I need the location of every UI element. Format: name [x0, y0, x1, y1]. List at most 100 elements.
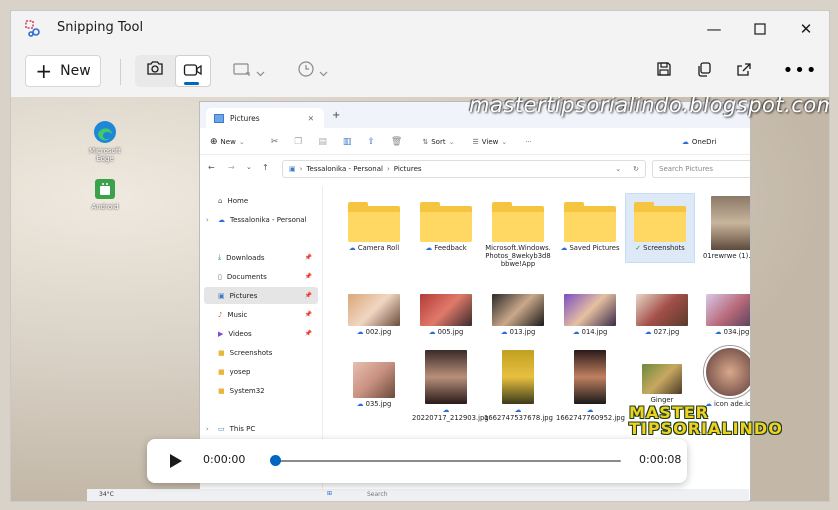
explorer-new-label: New — [220, 138, 236, 146]
image-thumbnail — [353, 362, 395, 398]
search-placeholder: Search Pictures — [659, 165, 713, 173]
image-thumbnail — [420, 294, 472, 326]
copy-icon: ❐ — [294, 137, 303, 147]
folder-icon: ■ — [218, 348, 225, 357]
file-item: ☁ 027.jpg — [628, 294, 696, 336]
title-bar: Snipping Tool — ✕ — [11, 11, 829, 47]
copy-button[interactable] — [689, 57, 719, 85]
file-name: 1662747760952.jpg — [556, 414, 625, 422]
image-thumbnail — [574, 350, 606, 404]
nav-item-label: Pictures — [229, 291, 258, 300]
folder-name: Screenshots — [643, 244, 685, 252]
sort-icon: ⇅ — [422, 138, 429, 146]
explorer-view-button: ☰ View ⌄ — [472, 138, 508, 146]
desktop-icon-label: Android — [91, 203, 119, 211]
image-thumbnail — [704, 346, 750, 398]
file-item: 01rewrwe (1).jpg — [698, 196, 751, 260]
more-icon: ··· — [525, 138, 532, 146]
save-button[interactable] — [649, 57, 679, 85]
nav-item-label: This PC — [229, 424, 256, 433]
close-button[interactable]: ✕ — [783, 15, 829, 43]
folder-name: Camera Roll — [357, 244, 400, 252]
music-icon: ♪ — [218, 310, 223, 319]
image-thumbnail — [642, 364, 682, 394]
file-item: ☁ 035.jpg — [340, 356, 408, 408]
onedrive-status: ☁ OneDri — [682, 138, 716, 146]
taskbar-search: Search — [367, 491, 388, 498]
folder-item: Microsoft.Windows.Photos_8wekyb3d8bbwe!A… — [484, 198, 552, 268]
folder-icon: ■ — [218, 367, 225, 376]
screenshot-mode-button[interactable] — [139, 55, 171, 85]
image-thumbnail — [425, 350, 467, 404]
image-thumbnail — [348, 294, 400, 326]
save-icon — [656, 61, 672, 81]
folder-name: Microsoft.Windows.Photos_8wekyb3d8bbwe!A… — [485, 244, 551, 268]
folder-icon — [420, 202, 472, 242]
nav-item-label: Music — [227, 310, 248, 319]
file-item: ☁ 014.jpg — [556, 294, 624, 336]
download-icon: ⤓ — [218, 253, 222, 261]
chevron-down-icon — [319, 62, 328, 81]
file-name: 002.jpg — [365, 328, 392, 336]
plus-circle-icon: ⊕ — [210, 137, 218, 147]
image-thumbnail — [492, 294, 544, 326]
image-thumbnail — [564, 294, 616, 326]
nav-item-yosep: ■ yosep — [204, 363, 318, 380]
folder-item: ☁ Saved Pictures — [556, 198, 624, 252]
share-icon — [736, 61, 752, 81]
image-thumbnail — [502, 350, 534, 404]
current-time: 0:00:00 — [203, 453, 246, 466]
nav-item-label: System32 — [229, 386, 265, 395]
folder-name: Feedback — [434, 244, 467, 252]
maximize-button[interactable] — [737, 15, 783, 43]
nav-item-music: ♪ Music 📌 — [204, 306, 318, 323]
pin-icon: 📌 — [304, 254, 312, 261]
nav-item-this-pc: › ▭ This PC — [206, 424, 256, 433]
folder-item: ☁ Camera Roll — [340, 198, 408, 252]
nav-item-label: Screenshots — [229, 348, 273, 357]
file-name: 01rewrwe (1).jpg — [702, 252, 751, 260]
back-arrow-icon: ← — [208, 163, 215, 172]
desktop-icon-android: Android — [87, 177, 123, 211]
file-item: ☁ 20220717_212903.jpg — [412, 350, 489, 422]
new-button[interactable]: + New — [25, 55, 101, 87]
plus-icon: + — [332, 110, 341, 121]
explorer-command-bar: ⊕ New ⌄ ✂ ❐ ▤ ▥ ⇪ 🗑 ⇅ Sort ⌄ ☰ View ⌄ ··… — [200, 130, 750, 155]
close-icon: ✕ — [307, 113, 314, 123]
seek-bar-thumb[interactable] — [269, 455, 281, 466]
brand-line: TIPSORIALINDO — [629, 419, 783, 438]
nav-item-label: Documents — [226, 272, 267, 281]
share-icon: ⇪ — [367, 137, 375, 147]
video-camera-icon — [183, 62, 203, 81]
brand-logo: MASTER TIPSORIALINDO — [629, 405, 783, 437]
explorer-new-button: ⊕ New ⌄ — [210, 137, 245, 147]
file-item: ☁ 1662747537678.jpg — [484, 350, 553, 422]
file-item: ☁ 002.jpg — [340, 294, 408, 336]
minimize-button[interactable]: — — [691, 15, 737, 43]
file-name: 1662747537678.jpg — [484, 414, 553, 422]
copy-icon — [696, 61, 712, 81]
rectangle-mode-icon — [232, 61, 252, 81]
share-button[interactable] — [729, 57, 759, 85]
seek-bar-track[interactable] — [275, 460, 621, 462]
total-time: 0:00:08 — [639, 453, 682, 466]
delay-dropdown[interactable] — [289, 57, 335, 85]
snipping-tool-window: Snipping Tool — ✕ + New ••• Microsoft Ed… — [10, 10, 830, 502]
explorer-sort-button: ⇅ Sort ⌄ — [422, 138, 455, 146]
folder-item-selected: ✓ Screenshots — [625, 193, 695, 263]
image-thumbnail — [636, 294, 688, 326]
computer-icon: ▭ — [218, 424, 225, 433]
file-name: 014.jpg — [581, 328, 608, 336]
folder-name: Saved Pictures — [569, 244, 620, 252]
more-icon: ••• — [782, 60, 818, 81]
onedrive-label: OneDri — [691, 138, 717, 146]
folder-icon — [348, 202, 400, 242]
desktop-icon-edge: Microsoft Edge — [87, 119, 123, 163]
play-button[interactable] — [165, 451, 185, 471]
pin-icon: 📌 — [304, 273, 312, 280]
more-options-button[interactable]: ••• — [782, 57, 818, 85]
captured-taskbar: 34°C ⊞ Search — [87, 489, 749, 501]
file-name: 20220717_212903.jpg — [412, 414, 489, 422]
cloud-icon: ☁ — [681, 138, 689, 146]
snip-shape-dropdown[interactable] — [225, 57, 271, 85]
